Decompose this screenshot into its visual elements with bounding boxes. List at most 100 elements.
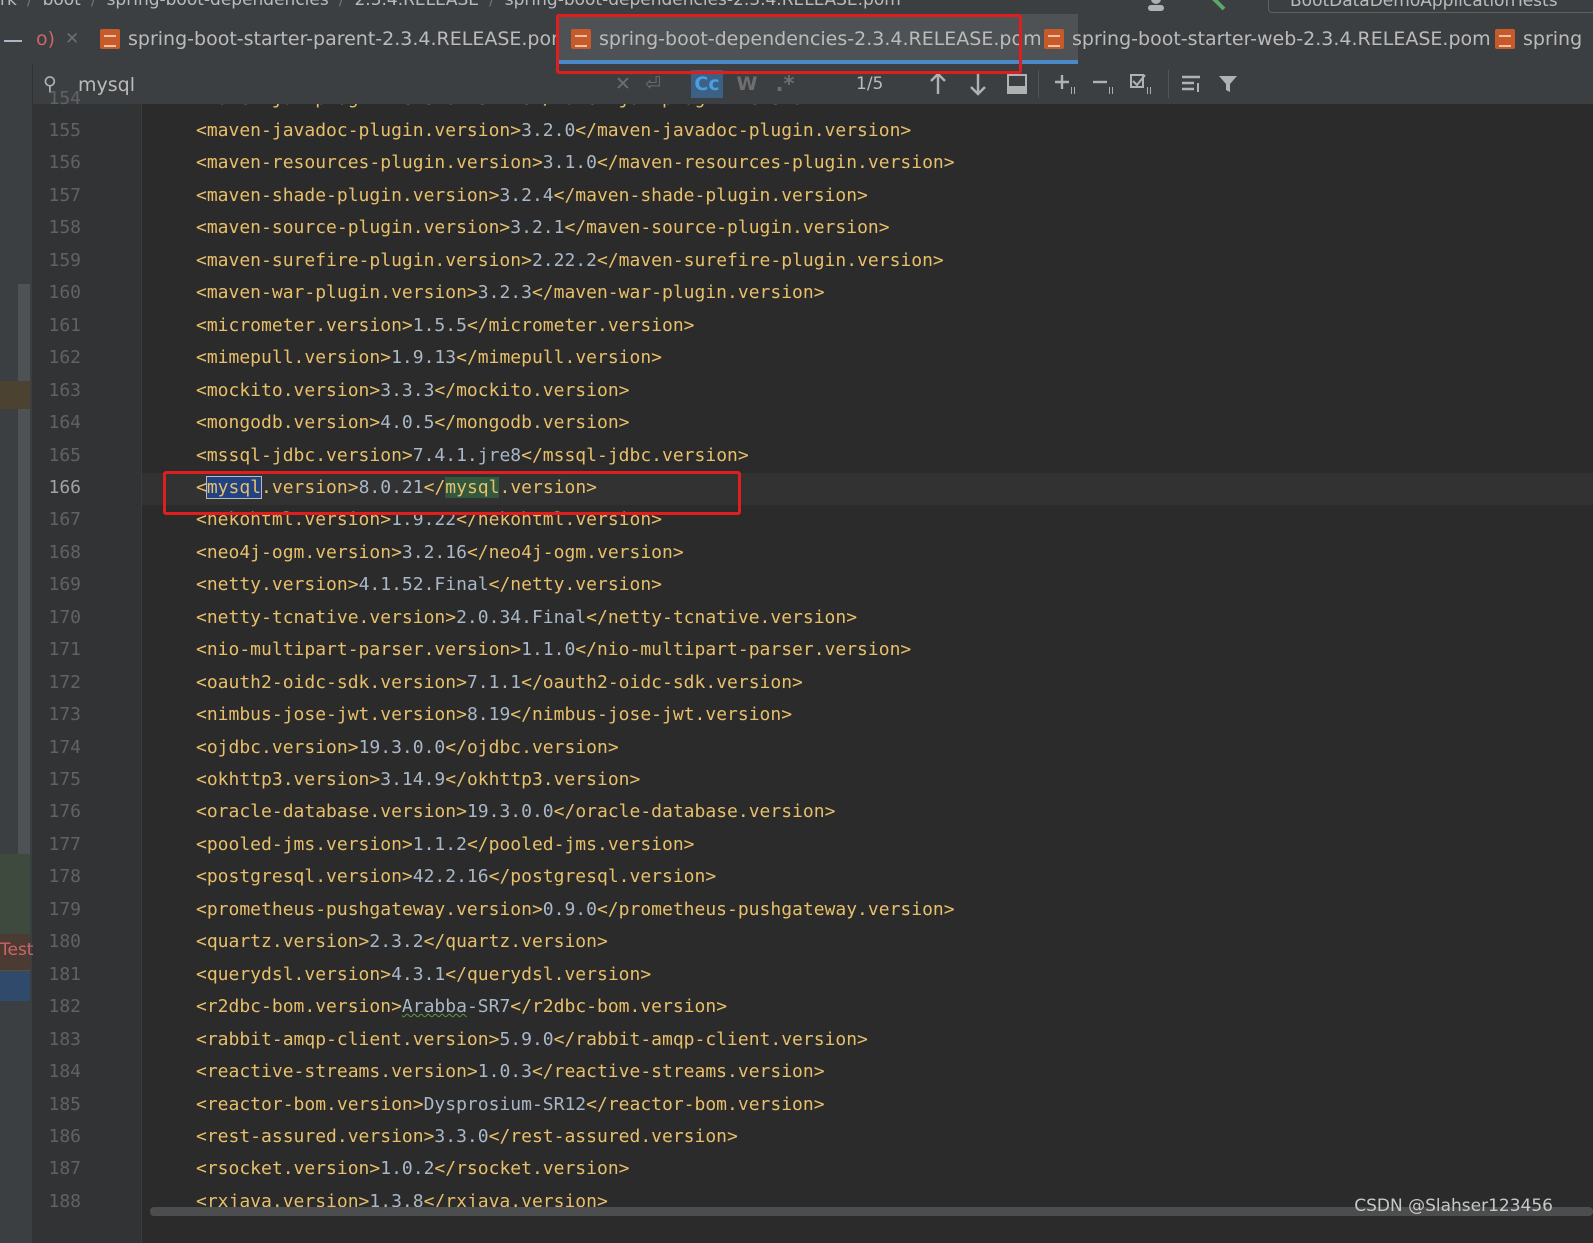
code-line[interactable]: <pooled-jms.version>1.1.2</pooled-jms.ve… [196,834,695,855]
line-number: 154 [48,87,81,109]
previous-occurrence-icon[interactable] [928,72,948,100]
search-input[interactable] [76,70,640,100]
code-line[interactable]: <maven-source-plugin.version>3.2.1</mave… [196,217,890,238]
line-number: 179 [48,898,81,920]
svg-text:II: II [1070,86,1076,96]
tag-value: 2.0.34.Final [456,606,587,628]
code-line[interactable]: <mssql-jdbc.version>7.4.1.jre8</mssql-jd… [196,445,749,466]
line-number: 181 [48,963,81,985]
code-line[interactable]: <quartz.version>2.3.2</quartz.version> [196,931,608,952]
tag-value: 5.9.0 [499,1028,554,1050]
code-line[interactable]: <maven-javadoc-plugin.version>3.2.0</mav… [196,120,911,141]
close-icon[interactable]: ✕ [65,29,79,49]
line-number: 170 [48,606,81,628]
code-editor[interactable]: <maven-jar-plugin.version>3.2.0</maven-j… [142,104,1593,1243]
add-occurrence-icon[interactable]: II [1053,72,1079,100]
code-line[interactable]: <maven-resources-plugin.version>3.1.0</m… [196,152,955,173]
line-number: 165 [48,444,81,466]
filter-icon[interactable] [1218,74,1238,98]
tag-value: 1.9.13 [391,347,457,369]
annotation-box-active-tab [556,14,1022,74]
line-number: 184 [48,1061,81,1083]
code-line[interactable]: <maven-war-plugin.version>3.2.3</maven-w… [196,282,825,303]
line-number: 187 [48,1158,81,1180]
breadcrumb-item[interactable]: rk [0,0,17,10]
code-line[interactable]: <oauth2-oidc-sdk.version>7.1.1</oauth2-o… [196,672,803,693]
code-line[interactable]: <neo4j-ogm.version>3.2.16</neo4j-ogm.ver… [196,542,684,563]
select-all-occurrences-icon[interactable] [1007,74,1027,98]
match-case-toggle[interactable]: Cc [691,70,723,98]
tag-value: 1.5.5 [412,314,467,336]
line-number-gutter[interactable]: 154 155 156 157 158 159 160 161 162 163 164 165 166 1… [33,88,142,1243]
build-hammer-icon[interactable] [1208,0,1230,11]
tab-starter-web-pom[interactable]: spring-boot-starter-web-2.3.4.RELEASE.po… [1044,14,1515,64]
tag-value: 3.2.0 [521,120,576,141]
code-line[interactable]: <okhttp3.version>3.14.9</okhttp3.version… [196,769,640,790]
breadcrumb-item[interactable]: boot [43,0,81,10]
code-line[interactable]: <nio-multipart-parser.version>1.1.0</nio… [196,639,911,660]
code-line[interactable]: <nimbus-jose-jwt.version>8.19</nimbus-jo… [196,704,792,725]
line-number: 158 [48,217,81,239]
breadcrumb-item[interactable]: spring-boot-dependencies [107,0,329,10]
code-line[interactable]: <netty.version>4.1.52.Final</netty.versi… [196,574,662,595]
code-line[interactable]: <maven-surefire-plugin.version>2.22.2</m… [196,250,944,271]
code-line[interactable]: <postgresql.version>42.2.16</postgresql.… [196,866,716,887]
tag-value: 7.4.1.jre8 [412,444,522,466]
next-occurrence-icon[interactable] [968,72,988,100]
code-line[interactable]: <maven-shade-plugin.version>3.2.4</maven… [196,185,868,206]
line-number: 180 [48,931,81,953]
line-number: 155 [48,120,81,141]
code-line[interactable]: <rsocket.version>1.0.2</rsocket.version> [196,1158,630,1179]
tag-value: 3.3.3 [380,379,435,401]
code-line[interactable]: <mockito.version>3.3.3</mockito.version> [196,380,630,401]
tab-overflow[interactable]: spring [1495,14,1582,64]
code-line[interactable]: <reactive-streams.version>1.0.3</reactiv… [196,1061,825,1082]
tag-value: 0.9.0 [542,898,597,920]
code-line[interactable]: <oracle-database.version>19.3.0.0</oracl… [196,801,835,822]
code-line[interactable]: <r2dbc-bom.version>Arabba-SR7</r2dbc-bom… [196,996,727,1017]
line-number: 167 [48,509,81,531]
words-toggle[interactable]: W [733,70,761,98]
tag-value: Arabba-SR7 [401,996,511,1018]
collapse-icon[interactable] [4,40,22,42]
code-line[interactable]: <ojdbc.version>19.3.0.0</ojdbc.version> [196,737,619,758]
line-number: 177 [48,833,81,855]
line-number: 172 [48,671,81,693]
tag-value: 1.0.2 [380,1158,435,1180]
regex-toggle[interactable]: .* [771,70,799,98]
clear-icon[interactable]: ✕ [615,73,631,95]
user-icon[interactable] [1146,0,1166,11]
newline-icon[interactable]: ⏎ [645,73,661,95]
code-line[interactable]: <maven-jar-plugin.version>3.2.0</maven-j… [196,104,825,109]
code-line[interactable]: <querydsl.version>4.3.1</querydsl.versio… [196,964,651,985]
xml-file-icon [100,29,120,49]
line-number: 186 [48,1125,81,1147]
match-count: 1/5 [856,74,884,94]
line-number: 178 [48,866,81,888]
line-number: 185 [48,1093,81,1115]
line-number: 162 [48,347,81,369]
tag-value: 7.1.1 [466,671,522,693]
code-line[interactable]: <micrometer.version>1.5.5</micrometer.ve… [196,315,695,336]
code-line[interactable]: <reactor-bom.version>Dysprosium-SR12</re… [196,1094,825,1115]
breadcrumb-item[interactable]: spring-boot-dependencies-2.3.4.RELEASE.p… [505,0,901,10]
tab-starter-parent-pom[interactable]: spring-boot-starter-parent-2.3.4.RELEASE… [100,14,594,64]
line-number: 171 [48,639,81,661]
line-number: 163 [48,379,81,401]
code-line[interactable]: <rabbit-amqp-client.version>5.9.0</rabbi… [196,1029,868,1050]
code-line[interactable]: <rest-assured.version>3.3.0</rest-assure… [196,1126,738,1147]
code-line[interactable]: <mongodb.version>4.0.5</mongodb.version> [196,412,630,433]
tab-previous[interactable]: o) ✕ [36,14,79,64]
tag-value: 3.1.0 [542,152,597,174]
tag-value: 4.1.52.Final [358,574,489,596]
code-line[interactable]: <prometheus-pushgateway.version>0.9.0</p… [196,899,955,920]
remove-occurrence-icon[interactable]: II [1091,72,1117,100]
code-line[interactable]: <netty-tcnative.version>2.0.34.Final</ne… [196,607,857,628]
filter-lines-icon[interactable] [1180,74,1202,98]
toolbar-separator [1038,70,1039,98]
breadcrumb-item[interactable]: 2.3.4.RELEASE [354,0,479,10]
tab-label: spring-boot-starter-web-2.3.4.RELEASE.po… [1072,28,1491,50]
tag-value: 3.2.3 [477,282,532,304]
select-occurrences-icon[interactable]: II [1129,72,1157,100]
code-line[interactable]: <mimepull.version>1.9.13</mimepull.versi… [196,347,662,368]
